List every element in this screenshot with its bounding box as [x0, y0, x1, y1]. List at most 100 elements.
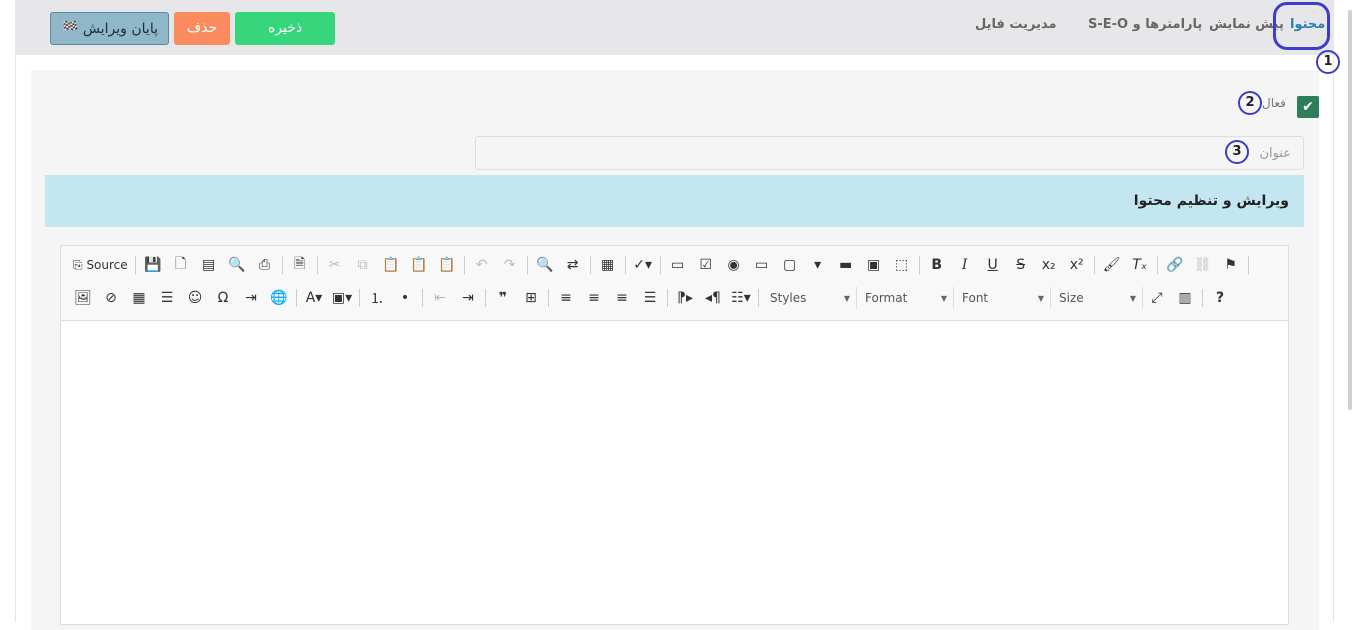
- blockquote-icon[interactable]: ❞: [489, 286, 517, 310]
- underline-icon[interactable]: U: [979, 253, 1007, 277]
- find-icon[interactable]: 🔍: [531, 253, 559, 277]
- scrollbar-thumb[interactable]: [1348, 10, 1352, 410]
- text-color-icon[interactable]: A▾: [300, 286, 328, 310]
- paste-icon[interactable]: 📋: [377, 253, 405, 277]
- bulleted-list-icon[interactable]: •: [391, 286, 419, 310]
- maximize-icon[interactable]: ⤢: [1143, 286, 1171, 310]
- paste-text-icon[interactable]: 📋: [405, 253, 433, 277]
- strikethrough-icon[interactable]: S: [1007, 253, 1035, 277]
- chevron-down-icon: ▼: [1129, 293, 1136, 303]
- bg-color-icon[interactable]: ▣▾: [328, 286, 356, 310]
- spellcheck-icon[interactable]: ✓▾: [629, 253, 657, 277]
- tab-parameters-seo[interactable]: پارامترها و S-E-O: [1088, 10, 1202, 40]
- increase-indent-icon[interactable]: ⇥: [454, 286, 482, 310]
- editor-content-area[interactable]: [61, 321, 1288, 621]
- radio-field-icon[interactable]: ◉: [720, 253, 748, 277]
- toolbar-separator: [1156, 256, 1158, 274]
- select-field-icon[interactable]: ▾: [804, 253, 832, 277]
- decrease-indent-icon[interactable]: ⇤: [426, 286, 454, 310]
- chevron-down-icon: ▼: [843, 293, 850, 303]
- subscript-icon[interactable]: x₂: [1035, 253, 1063, 277]
- horizontal-line-icon[interactable]: ☰: [153, 286, 181, 310]
- ltr-icon[interactable]: ⁋▸: [671, 286, 699, 310]
- new-page-icon[interactable]: 🗋: [167, 253, 195, 277]
- align-center-icon[interactable]: ≡: [580, 286, 608, 310]
- preview-icon[interactable]: 🔍: [223, 253, 251, 277]
- smiley-icon[interactable]: ☺: [181, 286, 209, 310]
- check-icon: ✔: [1302, 99, 1314, 115]
- styles-dropdown[interactable]: Styles ▼: [762, 287, 857, 309]
- image-button-icon[interactable]: ▣: [860, 253, 888, 277]
- paste-word-icon[interactable]: 📋: [433, 253, 461, 277]
- size-dropdown[interactable]: Size ▼: [1051, 287, 1143, 309]
- bold-icon[interactable]: B: [923, 253, 951, 277]
- div-container-icon[interactable]: ⊞: [517, 286, 545, 310]
- toolbar-separator: [134, 256, 136, 274]
- vertical-scrollbar[interactable]: [1333, 0, 1353, 622]
- source-button[interactable]: ⎘ Source: [69, 253, 132, 277]
- toolbar-row-2: 🖼 ⊘ ▦ ☰ ☺ Ω ⇥ 🌐 A▾ ▣▾ ⒈ • ⇤ ⇥ ❞ ⊞ ≡ ≡ ≡ …: [69, 286, 1234, 310]
- table-icon[interactable]: ▦: [125, 286, 153, 310]
- tab-highlight-ring: [1273, 2, 1330, 50]
- align-right-icon[interactable]: ≡: [608, 286, 636, 310]
- unlink-icon[interactable]: ⛓: [1189, 253, 1217, 277]
- source-icon: ⎘: [73, 257, 83, 272]
- size-label: Size: [1059, 291, 1084, 305]
- left-gutter: [0, 0, 16, 622]
- replace-icon[interactable]: ⇄: [559, 253, 587, 277]
- special-char-icon[interactable]: Ω: [209, 286, 237, 310]
- active-label: فعال: [1262, 96, 1286, 110]
- link-icon[interactable]: 🔗: [1161, 253, 1189, 277]
- font-dropdown[interactable]: Font ▼: [954, 287, 1051, 309]
- button-field-icon[interactable]: ▬: [832, 253, 860, 277]
- cut-icon[interactable]: ✂: [321, 253, 349, 277]
- toolbar-row-1: ⎘ Source 💾 🗋 ▤ 🔍 ⎙ 🗎 ✂ ⧉ 📋 📋 📋 ↶ ↷ 🔍 ⇄ ▦: [69, 253, 1252, 277]
- flag-icon: 🏁: [61, 21, 79, 37]
- rtl-icon[interactable]: ◂¶: [699, 286, 727, 310]
- show-blocks-icon[interactable]: ▥: [1171, 286, 1199, 310]
- toolbar-separator: [624, 256, 626, 274]
- rich-text-editor: ⎘ Source 💾 🗋 ▤ 🔍 ⎙ 🗎 ✂ ⧉ 📋 📋 📋 ↶ ↷ 🔍 ⇄ ▦: [60, 245, 1289, 625]
- select-all-icon[interactable]: ▦: [594, 253, 622, 277]
- help-icon[interactable]: ?: [1206, 286, 1234, 310]
- remove-format-icon[interactable]: Tₓ: [1126, 253, 1154, 277]
- annotation-badge-2: 2: [1238, 91, 1262, 115]
- finish-edit-button[interactable]: پایان ویرایش 🏁: [50, 12, 169, 45]
- italic-icon[interactable]: I: [951, 253, 979, 277]
- annotation-badge-3: 3: [1225, 140, 1249, 164]
- font-label: Font: [962, 291, 989, 305]
- title-input[interactable]: [475, 136, 1304, 170]
- pdf-icon[interactable]: ▤: [195, 253, 223, 277]
- align-justify-icon[interactable]: ☰: [636, 286, 664, 310]
- copy-format-icon[interactable]: 🖌: [1098, 253, 1126, 277]
- checkbox-field-icon[interactable]: ☑: [692, 253, 720, 277]
- toolbar-separator: [758, 289, 759, 307]
- finish-edit-label: پایان ویرایش: [82, 21, 158, 37]
- flash-icon[interactable]: ⊘: [97, 286, 125, 310]
- image-icon[interactable]: 🖼: [69, 286, 97, 310]
- page-break-icon[interactable]: ⇥: [237, 286, 265, 310]
- textarea-icon[interactable]: ▢: [776, 253, 804, 277]
- text-field-icon[interactable]: ▭: [748, 253, 776, 277]
- tab-file-manager[interactable]: مدیریت فایل: [975, 10, 1057, 40]
- copy-icon[interactable]: ⧉: [349, 253, 377, 277]
- toolbar-separator: [316, 256, 318, 274]
- align-left-icon[interactable]: ≡: [552, 286, 580, 310]
- active-checkbox[interactable]: ✔: [1297, 96, 1319, 118]
- format-dropdown[interactable]: Format ▼: [857, 287, 954, 309]
- toolbar-separator: [296, 289, 297, 307]
- undo-icon[interactable]: ↶: [468, 253, 496, 277]
- language-icon[interactable]: ☷▾: [727, 286, 755, 310]
- superscript-icon[interactable]: x²: [1063, 253, 1091, 277]
- hidden-field-icon[interactable]: ⬚: [888, 253, 916, 277]
- save-button[interactable]: ذخیره: [235, 12, 335, 45]
- save-doc-icon[interactable]: 💾: [139, 253, 167, 277]
- templates-icon[interactable]: 🗎: [286, 253, 314, 277]
- redo-icon[interactable]: ↷: [496, 253, 524, 277]
- delete-button[interactable]: حذف: [174, 12, 230, 45]
- anchor-flag-icon[interactable]: ⚑: [1217, 253, 1245, 277]
- numbered-list-icon[interactable]: ⒈: [363, 286, 391, 310]
- form-icon[interactable]: ▭: [664, 253, 692, 277]
- print-icon[interactable]: ⎙: [251, 253, 279, 277]
- iframe-icon[interactable]: 🌐: [265, 286, 293, 310]
